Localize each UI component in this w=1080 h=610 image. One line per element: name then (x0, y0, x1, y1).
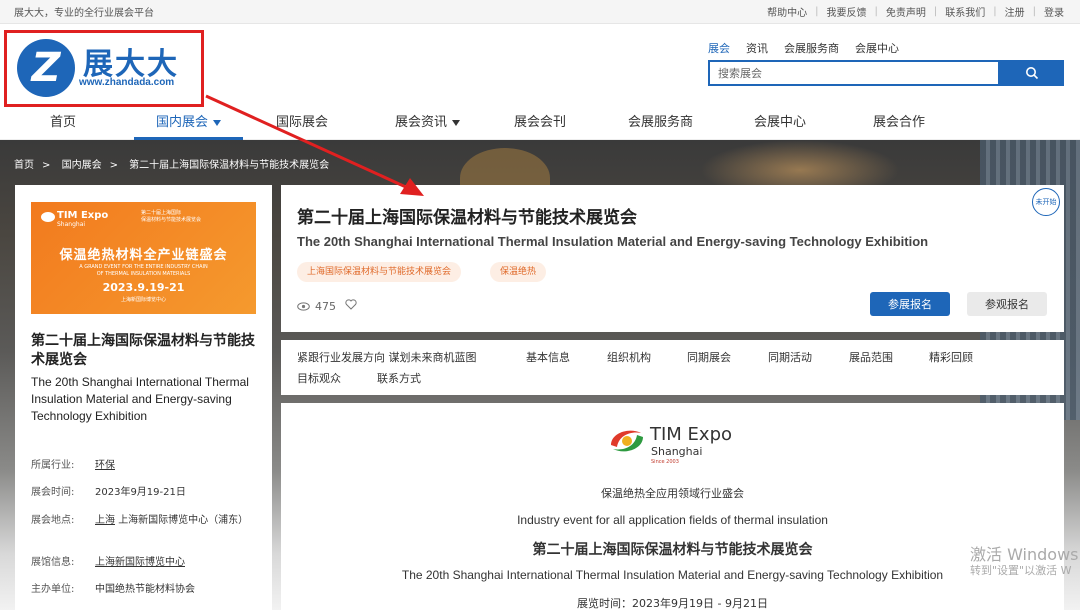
expo-summary-card: TIM Expo Shanghai 第二十届上海国际 保温材料与节能技术展览会 保温… (15, 185, 272, 610)
info-hall: 展馆信息: 上海新国际博览中心 (31, 556, 256, 570)
tim-logo-icon (41, 212, 55, 222)
tab-intro[interactable]: 紧跟行业发展方向 谋划未来商机蓝图 (297, 349, 477, 365)
breadcrumb-home[interactable]: 首页 (14, 160, 34, 171)
search-tab-provider[interactable]: 会展服务商 (784, 40, 839, 56)
info-place: 展会地点: 上海 上海新国际博览中心（浦东） (31, 515, 249, 526)
tab-basic-info[interactable]: 基本信息 (526, 349, 570, 365)
tab-organization[interactable]: 组织机构 (607, 349, 651, 365)
tag-insulation[interactable]: 保温绝热 (490, 262, 547, 282)
view-count-value: 475 (315, 300, 336, 313)
tim-expo-logo-icon (611, 430, 643, 452)
tim-expo-since: Since 2003 (651, 459, 679, 465)
tab-concurrent-expos[interactable]: 同期展会 (687, 349, 731, 365)
site-logo[interactable]: Z 展大大 www.zhandada.com (4, 30, 204, 107)
eye-icon (297, 302, 310, 311)
disclaimer-link[interactable]: 免责声明 (886, 4, 926, 19)
search-input[interactable] (708, 60, 1000, 86)
nav-domestic-expo[interactable]: 国内展会 (134, 110, 244, 140)
detail-title-cn: 第二十届上海国际保温材料与节能技术展览会 (297, 208, 637, 228)
site-slogan: 展大大，专业的全行业展会平台 (14, 8, 154, 19)
search-tab-center[interactable]: 会展中心 (855, 40, 899, 56)
search-button[interactable] (1000, 60, 1064, 86)
contact-link[interactable]: 联系我们 (945, 4, 985, 19)
windows-activation-hint: 转到"设置"以激活 W (970, 564, 1072, 577)
poster-venue: 上海新国际博览中心 (120, 297, 166, 303)
host-value: 中国绝热节能材料协会 (95, 584, 195, 595)
search-tab-news[interactable]: 资讯 (746, 40, 768, 56)
visit-register-button[interactable]: 参观报名 (967, 292, 1047, 316)
poster-date: 2023.9.19-21 (102, 281, 185, 294)
exhibit-register-button[interactable]: 参展报名 (870, 292, 950, 316)
nav-cooperation[interactable]: 展会合作 (873, 110, 925, 140)
expo-title-cn: 第二十届上海国际保温材料与节能技术展览会 (31, 333, 255, 368)
industry-link[interactable]: 环保 (95, 459, 256, 473)
nav-expo-news[interactable]: 展会资讯 (395, 110, 461, 140)
nav-expo-centers[interactable]: 会展中心 (754, 110, 806, 140)
tim-expo-subtitle: Shanghai (651, 445, 703, 458)
nav-international-expo[interactable]: 国际展会 (276, 110, 328, 140)
poster-heading: 第二十届上海国际 保温材料与节能技术展览会 (141, 210, 202, 223)
info-host: 主办单位: 中国绝热节能材料协会 (31, 583, 256, 597)
heart-icon[interactable] (345, 299, 357, 310)
search-tab-expo[interactable]: 展会 (708, 40, 730, 56)
nav-expo-catalog[interactable]: 展会会刊 (514, 110, 566, 140)
expo-title-card: 第二十届上海国际保温材料与节能技术展览会 The 20th Shanghai I… (281, 185, 1064, 332)
main-nav: 首页 国内展会 国际展会 展会资讯 展会会刊 会展服务商 会展中心 展会合作 (0, 110, 1080, 140)
expo-content: TIM Expo Shanghai Since 2003 保温绝热全应用领域行业… (281, 403, 1064, 610)
tab-contact[interactable]: 联系方式 (377, 370, 421, 386)
content-expo-time: 展览时间：2023年9月19日 - 9月21日 (577, 597, 768, 610)
tag-expo-name[interactable]: 上海国际保温材料与节能技术展览会 (297, 262, 462, 282)
tab-exhibit-scope[interactable]: 展品范围 (849, 349, 893, 365)
content-title-en: The 20th Shanghai International Thermal … (401, 568, 944, 582)
feedback-link[interactable]: 我要反馈 (827, 4, 867, 19)
poster-brand: TIM Expo Shanghai (57, 210, 109, 228)
nav-service-providers[interactable]: 会展服务商 (628, 110, 693, 140)
expo-poster[interactable]: TIM Expo Shanghai 第二十届上海国际 保温材料与节能技术展览会 保温… (31, 202, 256, 314)
tab-highlights[interactable]: 精彩回顾 (929, 349, 973, 365)
info-time: 展会时间: 2023年9月19-21日 (31, 486, 256, 500)
content-slogan-cn: 保温绝热全应用领域行业盛会 (601, 487, 744, 500)
place-city-link[interactable]: 上海 (95, 515, 115, 526)
place-venue-value: 上海新国际博览中心（浦东） (118, 515, 249, 526)
breadcrumb-domestic[interactable]: 国内展会 (62, 160, 102, 171)
detail-title-en: The 20th Shanghai International Thermal … (297, 234, 929, 249)
logo-url: www.zhandada.com (79, 77, 175, 88)
content-title-cn: 第二十届上海国际保温材料与节能技术展览会 (532, 542, 813, 558)
nav-expo-news-label: 展会资讯 (395, 115, 448, 130)
detail-tabs: 紧跟行业发展方向 谋划未来商机蓝图 基本信息 组织机构 同期展会 同期活动 展品… (281, 340, 1064, 395)
nav-domestic-expo-label: 国内展会 (156, 115, 209, 130)
top-links: 帮助中心 | 我要反馈 | 免责声明 | 联系我们 | 注册 | 登录 (767, 4, 1064, 19)
breadcrumb-current: 第二十届上海国际保温材料与节能技术展览会 (129, 160, 330, 171)
expo-title-en: The 20th Shanghai International Thermal … (31, 375, 249, 423)
tab-concurrent-events[interactable]: 同期活动 (768, 349, 812, 365)
view-count: 475 (297, 300, 336, 313)
nav-home[interactable]: 首页 (50, 110, 76, 140)
header: Z 展大大 www.zhandada.com 展会 资讯 会展服务商 会展中心 (0, 24, 1080, 110)
login-link[interactable]: 登录 (1044, 4, 1064, 19)
register-link[interactable]: 注册 (1005, 4, 1025, 19)
chevron-down-icon (452, 119, 461, 126)
top-bar: 展大大，专业的全行业展会平台 帮助中心 | 我要反馈 | 免责声明 | 联系我们 | 注… (0, 0, 1080, 24)
search-bar (708, 60, 1064, 86)
search-icon (1026, 67, 1039, 80)
hall-link[interactable]: 上海新国际博览中心 (95, 556, 256, 570)
expo-time-value: 2023年9月19-21日 (95, 487, 186, 498)
content-slogan-en: Industry event for all application field… (517, 513, 828, 527)
chevron-down-icon (213, 119, 222, 126)
breadcrumb: 首页 > 国内展会 > 第二十届上海国际保温材料与节能技术展览会 (14, 160, 330, 171)
tab-target-audience[interactable]: 目标观众 (297, 370, 341, 386)
logo-mark-icon: Z (17, 39, 75, 97)
status-badge: 未开始 (1032, 188, 1060, 216)
poster-sub-text: A GRAND EVENT FOR THE ENTIRE INDUSTRY CH… (79, 264, 208, 277)
search-type-tabs: 展会 资讯 会展服务商 会展中心 (708, 40, 915, 56)
info-industry: 所属行业: 环保 (31, 459, 256, 473)
help-center-link[interactable]: 帮助中心 (767, 4, 807, 19)
poster-main-text: 保温绝热材料全产业链盛会 (59, 248, 228, 263)
tim-expo-title: TIM Expo (650, 424, 733, 445)
